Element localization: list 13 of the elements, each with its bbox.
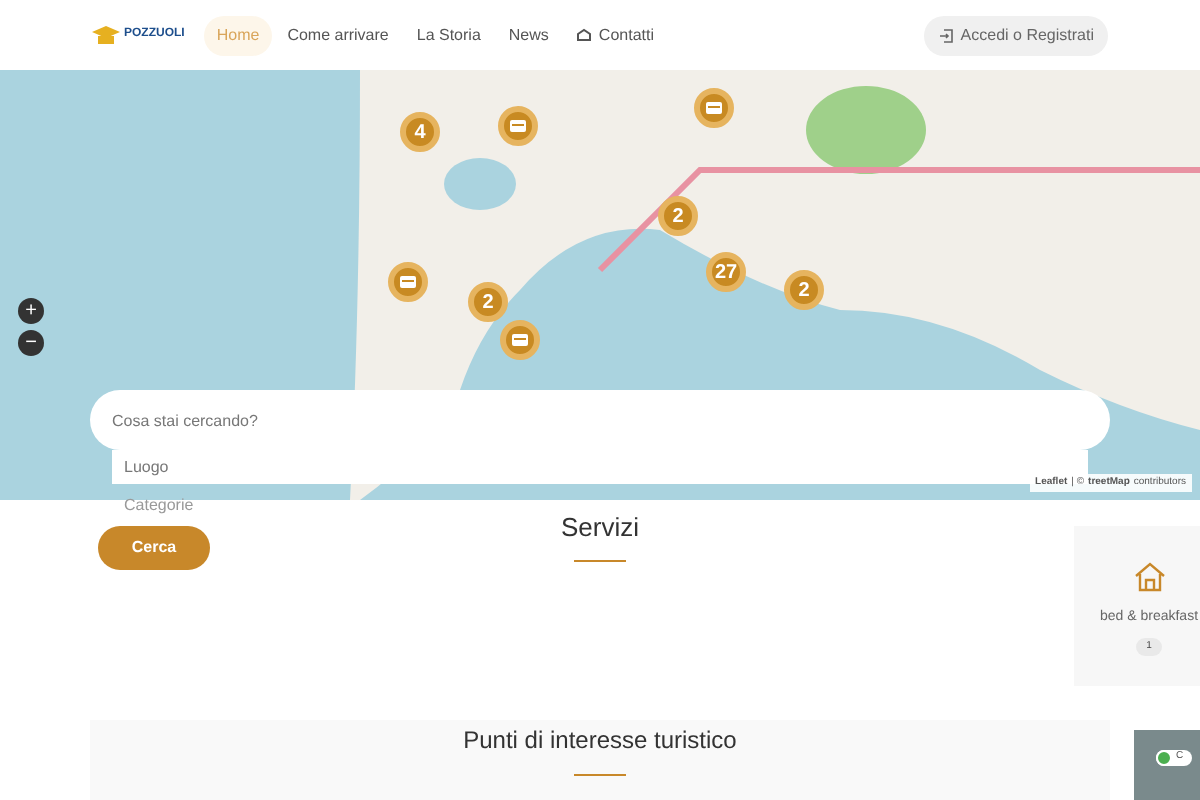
photo-placeholder bbox=[1134, 730, 1200, 800]
category-field[interactable]: Categorie bbox=[112, 488, 512, 522]
nav-link[interactable]: Contatti bbox=[564, 15, 666, 55]
house-icon bbox=[1131, 560, 1167, 592]
login-button[interactable]: Accedi o Registrati bbox=[924, 15, 1108, 55]
section-title: Punti di interesse turistico bbox=[463, 724, 737, 758]
nav-link[interactable]: Come arrivare bbox=[275, 15, 401, 55]
search-field[interactable]: Cosa stai cercando? bbox=[90, 390, 1110, 450]
nav-link[interactable]: News bbox=[496, 15, 561, 55]
section-title: Servizi bbox=[560, 510, 639, 546]
login-icon bbox=[938, 27, 955, 43]
nav-link[interactable]: La Storia bbox=[404, 15, 493, 55]
graduation-cap-icon bbox=[92, 25, 120, 45]
